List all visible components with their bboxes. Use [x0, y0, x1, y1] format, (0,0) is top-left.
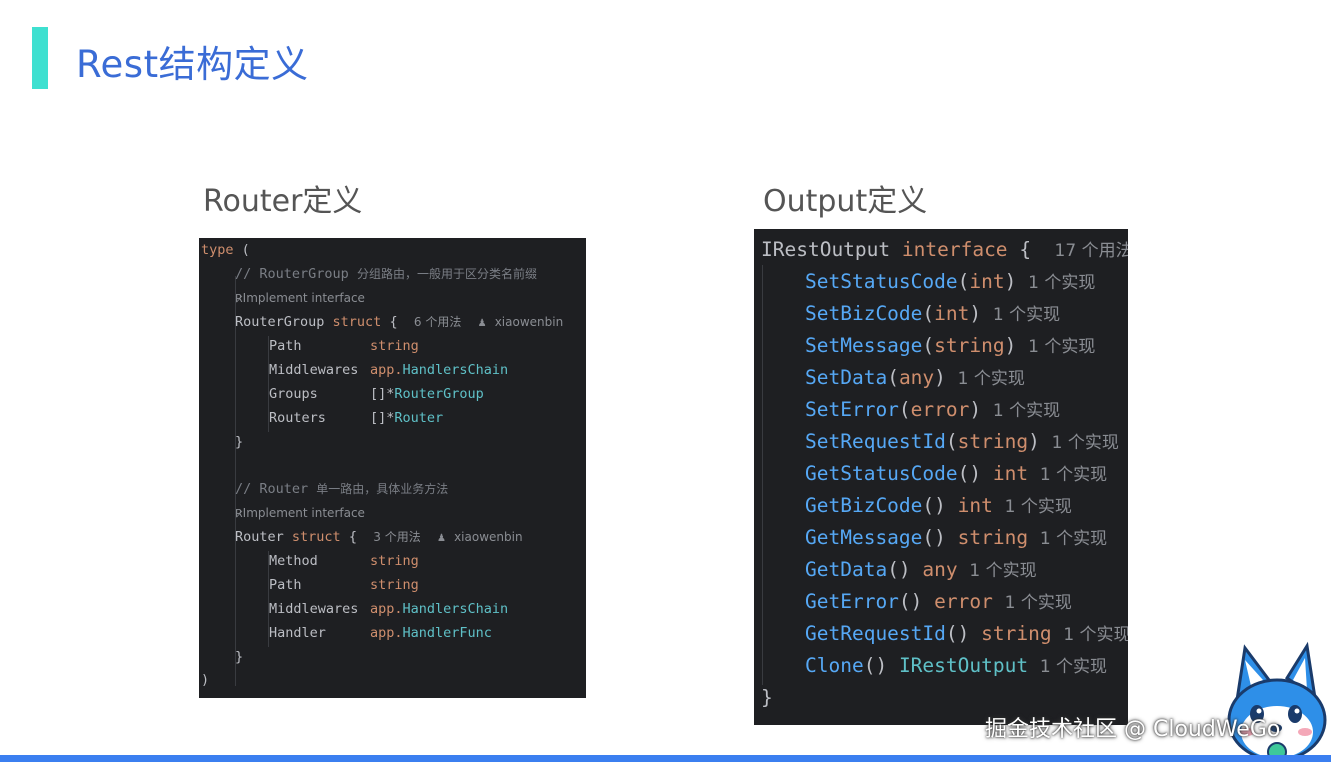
- method-line: SetError(error) 1 个实现: [805, 398, 1061, 421]
- output-section-title: Output定义: [763, 184, 928, 219]
- router-code-panel: type ( // RouterGroup 分组路由，一般用于区分类名前缀 R̷…: [199, 238, 586, 698]
- implementation-hint[interactable]: 1 个实现: [1005, 593, 1072, 613]
- author-hint: xiaowenbin: [454, 530, 523, 544]
- code-type: []*Router: [370, 410, 444, 426]
- code-line: }: [761, 686, 773, 709]
- implementation-hint[interactable]: 1 个实现: [993, 305, 1060, 325]
- code-line: ): [201, 672, 210, 688]
- usages-hint[interactable]: 17 个用法: [1055, 241, 1128, 261]
- bottom-accent-bar: [0, 755, 1331, 762]
- implement-interface-hint[interactable]: R̷Implement interface: [235, 503, 365, 524]
- implement-icon: R̷: [235, 292, 243, 305]
- code-type: app.HandlerFunc: [370, 625, 492, 641]
- implement-icon: R̷: [235, 507, 243, 520]
- code-line: Middlewares: [269, 601, 359, 617]
- implementation-hint[interactable]: 1 个实现: [1040, 657, 1107, 677]
- implementation-hint[interactable]: 1 个实现: [958, 369, 1025, 389]
- code-type: []*RouterGroup: [370, 386, 484, 402]
- implementation-hint[interactable]: 1 个实现: [1040, 529, 1107, 549]
- code-line: Path: [269, 338, 302, 354]
- code-type: app.HandlersChain: [370, 601, 509, 617]
- user-icon: ♟: [477, 318, 487, 329]
- usages-hint[interactable]: 6 个用法: [414, 315, 461, 329]
- code-line: Method: [269, 553, 318, 569]
- comment-line: // RouterGroup 分组路由，一般用于区分类名前缀: [235, 266, 537, 282]
- code-line: Routers: [269, 410, 326, 426]
- method-line: SetRequestId(string) 1 个实现: [805, 430, 1119, 453]
- implementation-hint[interactable]: 1 个实现: [1005, 497, 1072, 517]
- code-line: RouterGroup struct { 6 个用法 ♟ xiaowenbin: [235, 314, 564, 330]
- title-accent-bar: [32, 27, 48, 89]
- code-type: string: [370, 577, 419, 593]
- implementation-hint[interactable]: 1 个实现: [1052, 433, 1119, 453]
- implementation-hint[interactable]: 1 个实现: [1028, 337, 1095, 357]
- author-hint: xiaowenbin: [494, 315, 564, 329]
- method-line: GetStatusCode() int 1 个实现: [805, 462, 1108, 485]
- code-line: Middlewares: [269, 362, 359, 378]
- code-type: app.HandlersChain: [370, 362, 509, 378]
- code-line: Handler: [269, 625, 326, 641]
- method-line: GetError() error 1 个实现: [805, 590, 1072, 613]
- output-code-panel: IRestOutput interface { 17 个用法 SetStatus…: [754, 229, 1128, 725]
- code-line: Path: [269, 577, 302, 593]
- method-line: GetBizCode() int 1 个实现: [805, 494, 1072, 517]
- code-line: }: [235, 434, 244, 450]
- code-type: string: [370, 338, 419, 354]
- implementation-hint[interactable]: 1 个实现: [1063, 625, 1128, 645]
- comment-line: // Router 单一路由，具体业务方法: [235, 481, 449, 497]
- implementation-hint[interactable]: 1 个实现: [993, 401, 1060, 421]
- usages-hint[interactable]: 3 个用法: [373, 530, 420, 544]
- method-line: GetMessage() string 1 个实现: [805, 526, 1108, 549]
- code-type: string: [370, 553, 419, 569]
- user-icon: ♟: [436, 533, 446, 544]
- implementation-hint[interactable]: 1 个实现: [969, 561, 1036, 581]
- implementation-hint[interactable]: 1 个实现: [1028, 273, 1095, 293]
- method-line: SetStatusCode(int) 1 个实现: [805, 270, 1096, 293]
- method-line: Clone() IRestOutput 1 个实现: [805, 654, 1108, 677]
- router-section-title: Router定义: [203, 184, 363, 219]
- code-line: Groups: [269, 386, 318, 402]
- implement-interface-hint[interactable]: R̷Implement interface: [235, 288, 365, 309]
- code-line: IRestOutput interface { 17 个用法: [761, 237, 1128, 264]
- code-line: Router struct { 3 个用法 ♟ xiaowenbin: [235, 529, 523, 545]
- indent-guide: [762, 265, 763, 685]
- method-line: GetRequestId() string 1 个实现: [805, 621, 1128, 648]
- method-line: SetMessage(string) 1 个实现: [805, 334, 1096, 357]
- method-line: SetData(any) 1 个实现: [805, 366, 1025, 389]
- watermark: 掘金技术社区 @ CloudWeGo: [985, 717, 1281, 742]
- implementation-hint[interactable]: 1 个实现: [1040, 465, 1107, 485]
- slide-title: Rest结构定义: [76, 43, 309, 86]
- method-line: GetData() any 1 个实现: [805, 558, 1037, 581]
- method-line: SetBizCode(int) 1 个实现: [805, 302, 1061, 325]
- code-line: }: [235, 649, 244, 665]
- code-line: type (: [201, 242, 250, 258]
